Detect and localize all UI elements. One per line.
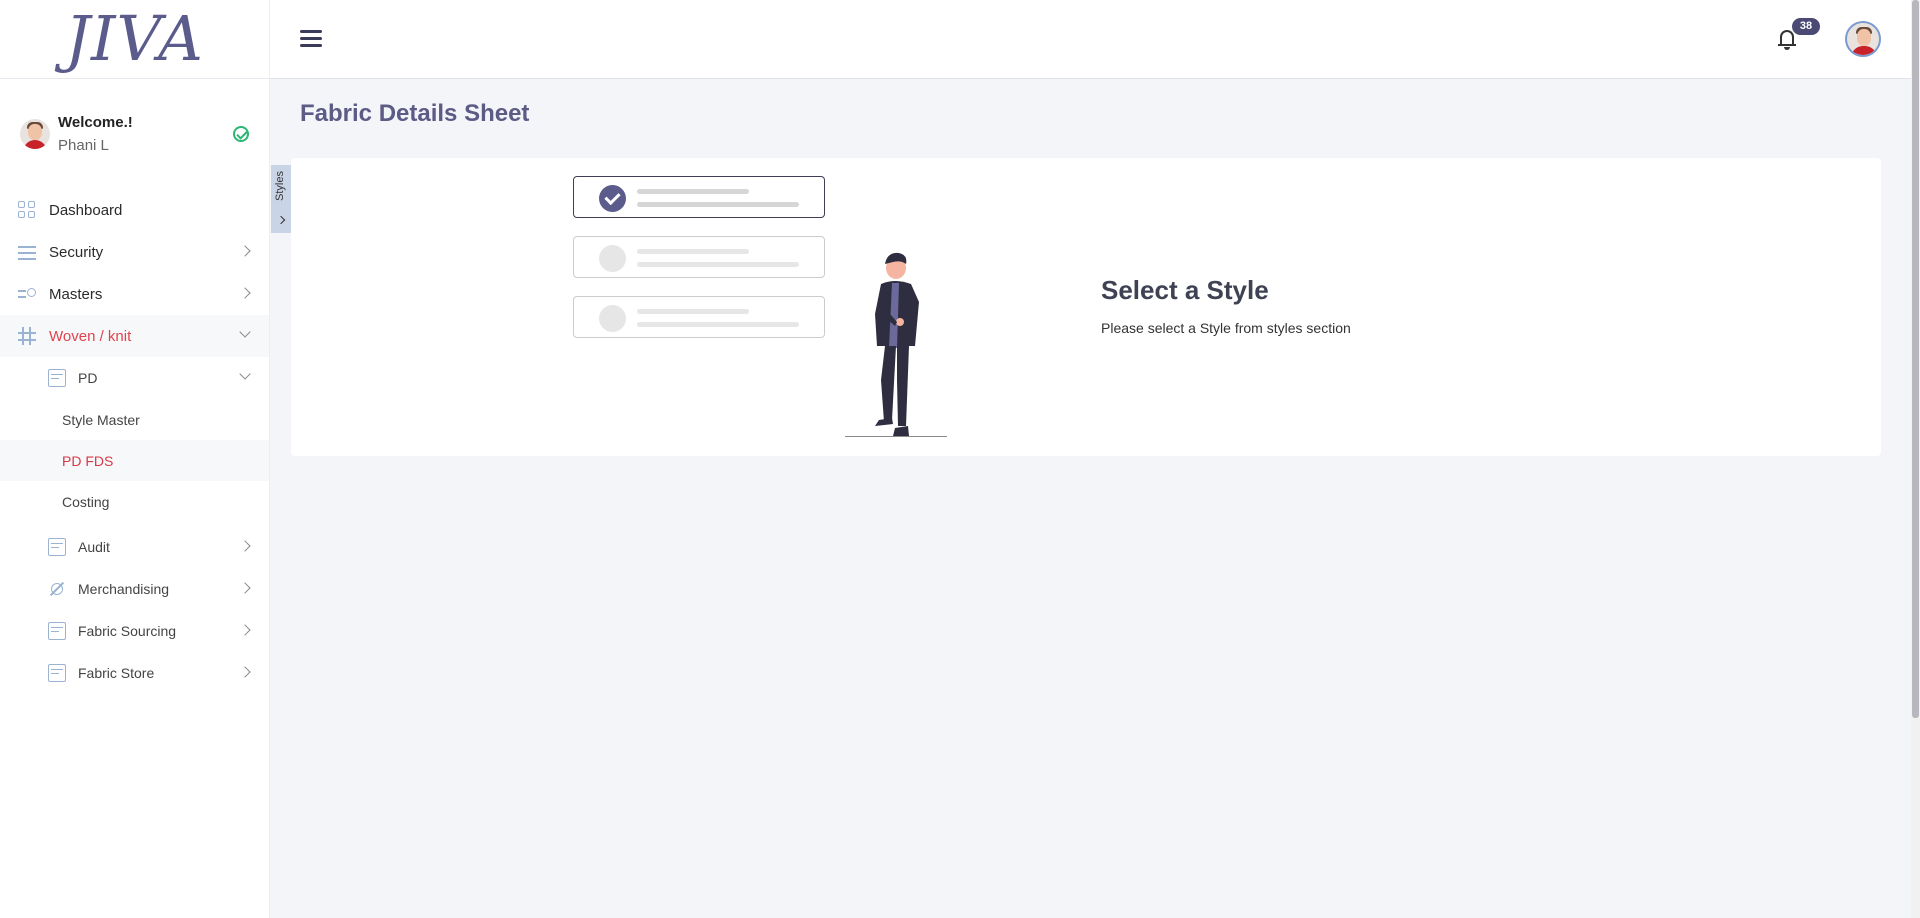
welcome-text: Welcome.! xyxy=(58,114,133,131)
sidebar-nav: Dashboard Security Masters Woven / knit … xyxy=(0,189,269,694)
sidebar-item-pd[interactable]: PD xyxy=(0,357,269,399)
logo-area: JIVA xyxy=(0,0,269,79)
sidebar-item-audit[interactable]: Audit xyxy=(0,526,269,568)
sidebar-item-fabric-store[interactable]: Fabric Store xyxy=(0,652,269,694)
jiva-logo[interactable]: JIVA xyxy=(65,8,204,70)
sliders-icon xyxy=(18,243,36,261)
sidebar-item-woven-knit[interactable]: Woven / knit xyxy=(0,315,269,357)
scrollbar-thumb[interactable] xyxy=(1912,0,1919,718)
illustration-list-item xyxy=(573,176,825,218)
sidebar-item-label: Woven / knit xyxy=(49,327,132,345)
profile-avatar[interactable] xyxy=(1845,21,1881,57)
document-icon xyxy=(48,622,66,640)
top-header: 38 xyxy=(270,0,1912,79)
sidebar-item-fabric-sourcing[interactable]: Fabric Sourcing xyxy=(0,610,269,652)
illustration-list-item xyxy=(573,296,825,338)
page-title: Fabric Details Sheet xyxy=(300,100,530,127)
network-icon xyxy=(48,580,66,598)
chevron-right-icon xyxy=(276,215,286,225)
user-welcome: Welcome.! Phani L xyxy=(0,79,269,189)
table-icon xyxy=(48,369,66,387)
illustration-list-item xyxy=(573,236,825,278)
sidebar-item-pd-fds[interactable]: PD FDS xyxy=(0,440,269,481)
bell-icon[interactable] xyxy=(1778,30,1796,50)
sidebar-item-merchandising[interactable]: Merchandising xyxy=(0,568,269,610)
empty-state-title: Select a Style xyxy=(1101,275,1269,305)
empty-state-card xyxy=(291,158,1881,456)
sidebar: JIVA Welcome.! Phani L Dashboard Securit… xyxy=(0,0,270,918)
sidebar-item-label: Dashboard xyxy=(49,201,123,219)
notification-badge: 38 xyxy=(1792,18,1820,35)
check-circle-icon xyxy=(233,126,249,142)
sidebar-item-label: Costing xyxy=(62,493,110,510)
sidebar-item-dashboard[interactable]: Dashboard xyxy=(0,189,269,231)
sidebar-item-label: PD FDS xyxy=(62,452,114,469)
sidebar-item-style-master[interactable]: Style Master xyxy=(0,399,269,440)
page-scrollbar[interactable] xyxy=(1911,0,1920,918)
styles-tab-label: Styles xyxy=(274,171,286,201)
user-avatar xyxy=(20,119,50,149)
checkmark-icon xyxy=(599,185,626,212)
sidebar-item-label: Style Master xyxy=(62,411,140,428)
sidebar-item-label: Masters xyxy=(49,285,103,303)
sidebar-item-security[interactable]: Security xyxy=(0,231,269,273)
search-list-icon xyxy=(18,285,36,303)
sidebar-item-masters[interactable]: Masters xyxy=(0,273,269,315)
hash-icon xyxy=(18,327,36,345)
box-icon xyxy=(48,538,66,556)
sidebar-item-costing[interactable]: Costing xyxy=(0,481,269,522)
document-icon xyxy=(48,664,66,682)
empty-state-subtitle: Please select a Style from styles sectio… xyxy=(1101,320,1351,336)
user-name: Phani L xyxy=(58,137,109,154)
grid-icon xyxy=(18,201,36,219)
person-illustration xyxy=(845,250,947,438)
sidebar-item-label: Security xyxy=(49,243,104,261)
hamburger-menu-icon[interactable] xyxy=(300,30,322,47)
